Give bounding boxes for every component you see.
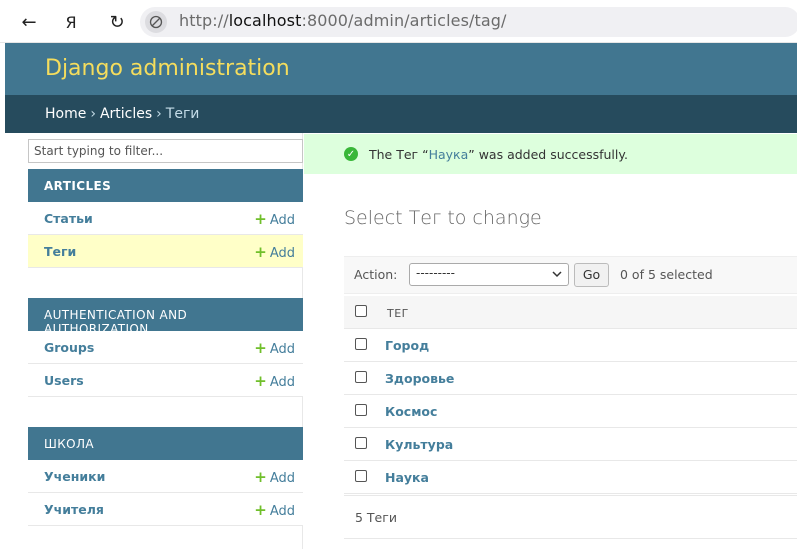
sidebar-item-uchitelya[interactable]: Учителя + Add [28,493,303,526]
add-label: Add [269,375,295,390]
row-checkbox[interactable] [355,404,367,416]
row-checkbox[interactable] [355,371,367,383]
add-link[interactable]: + Add [254,339,295,357]
success-message: ✓ The Тег “Наука” was added successfully… [304,134,797,174]
breadcrumb-separator: › [156,106,162,122]
table-row: Здоровье [344,362,797,395]
row-checkbox[interactable] [355,338,367,350]
go-button[interactable]: Go [574,263,609,287]
add-link[interactable]: + Add [254,501,295,519]
breadcrumb-home[interactable]: Home [45,106,86,122]
paginator: 5 Теги [344,495,797,539]
add-label: Add [269,342,295,357]
yandex-icon[interactable]: Я [58,9,84,35]
table-row: Наука [344,461,797,494]
breadcrumb-current: Теги [165,106,200,122]
message-suffix: ” was added successfully. [468,147,628,162]
success-text: The Тег “Наука” was added successfully. [369,147,628,162]
site-branding[interactable]: Django administration [45,56,290,81]
plus-icon: + [254,501,267,519]
row-checkbox[interactable] [355,470,367,482]
plus-icon: + [254,372,267,390]
url-path: :8000/admin/articles/tag/ [301,11,507,30]
plus-icon: + [254,468,267,486]
module-articles: ARTICLES Статьи + Add Теги + Add [28,169,303,268]
row-link[interactable]: Город [385,338,429,353]
module-auth: AUTHENTICATION AND AUTHORIZATION Groups … [28,298,303,397]
action-label: Action: [354,267,398,282]
sidebar-item-groups[interactable]: Groups + Add [28,331,303,364]
reload-icon[interactable]: ↻ [104,9,130,35]
url-text[interactable]: http://localhost:8000/admin/articles/tag… [179,11,507,30]
back-arrow-icon[interactable]: ← [16,9,42,35]
row-link[interactable]: Наука [385,470,429,485]
chevron-down-icon [551,266,563,285]
message-object-link[interactable]: Наука [429,147,469,162]
sidebar-item-label[interactable]: Учителя [44,502,104,517]
result-list: ТЕГ Город Здоровье Космос Культура Наука [344,296,797,494]
sidebar-item-tegi[interactable]: Теги + Add [28,235,303,268]
add-label: Add [269,213,295,228]
page-title: Select Тег to change [344,207,542,229]
site-info-icon[interactable] [145,11,167,33]
select-all-checkbox[interactable] [355,305,367,317]
add-link[interactable]: + Add [254,243,295,261]
add-label: Add [269,246,295,261]
table-header: ТЕГ [344,296,797,329]
row-checkbox[interactable] [355,437,367,449]
action-select-value: --------- [416,266,455,280]
sidebar-item-label[interactable]: Ученики [44,469,105,484]
module-shkola: ШКОЛА Ученики + Add Учителя + Add [28,427,303,526]
message-prefix: The Тег “ [369,147,429,162]
browser-toolbar: ← Я ↻ http://localhost:8000/admin/articl… [0,0,797,43]
add-link[interactable]: + Add [254,468,295,486]
sidebar-item-label[interactable]: Теги [44,244,76,259]
breadcrumb: Home › Articles › Теги [5,95,797,133]
check-circle-icon: ✓ [344,147,358,161]
plus-icon: + [254,210,267,228]
sidebar-item-ucheniki[interactable]: Ученики + Add [28,460,303,493]
column-header-teg[interactable]: ТЕГ [387,307,409,320]
sidebar-item-statyi[interactable]: Статьи + Add [28,202,303,235]
result-count: 5 Теги [355,510,397,525]
sidebar-item-label[interactable]: Users [44,373,84,388]
table-row: Космос [344,395,797,428]
actions-bar: Action: --------- Go 0 of 5 selected [344,256,797,294]
module-caption-auth[interactable]: AUTHENTICATION AND AUTHORIZATION [28,298,303,336]
sidebar-item-label[interactable]: Статьи [44,211,93,226]
row-link[interactable]: Культура [385,437,453,452]
add-label: Add [269,471,295,486]
action-select[interactable]: --------- [409,263,569,286]
module-caption-shkola[interactable]: ШКОЛА [28,427,303,460]
nav-filter-input[interactable] [28,139,303,163]
breadcrumb-articles[interactable]: Articles [100,106,152,122]
table-row: Культура [344,428,797,461]
sidebar-item-label[interactable]: Groups [44,340,94,355]
plus-icon: + [254,339,267,357]
row-link[interactable]: Космос [385,404,437,419]
table-row: Город [344,329,797,362]
add-link[interactable]: + Add [254,372,295,390]
add-link[interactable]: + Add [254,210,295,228]
nav-sidebar: ARTICLES Статьи +Add Теги +Add AUTHENTIC… [5,133,303,549]
add-label: Add [269,504,295,519]
selected-count: 0 of 5 selected [620,267,713,282]
site-header: Django administration [5,43,797,95]
url-host: localhost [228,11,302,30]
plus-icon: + [254,243,267,261]
breadcrumb-separator: › [90,106,96,122]
sidebar-item-users[interactable]: Users + Add [28,364,303,397]
row-link[interactable]: Здоровье [385,371,454,386]
url-prefix: http:// [179,11,229,30]
module-caption-articles[interactable]: ARTICLES [28,169,303,202]
